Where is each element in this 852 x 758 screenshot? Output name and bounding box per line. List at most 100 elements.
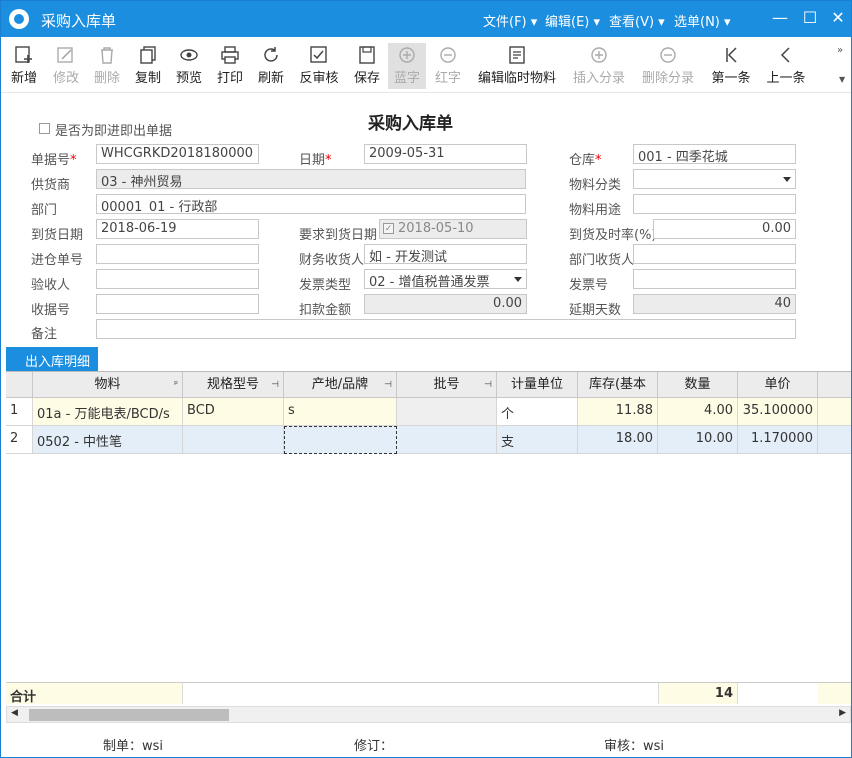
delete-entry-button[interactable]: 删除分录 [638, 45, 698, 87]
fin-receiver-field[interactable]: 如 - 开发测试 [364, 244, 527, 264]
row-number[interactable]: 1 [6, 398, 33, 426]
prev-record-button[interactable]: 上一条 [763, 45, 809, 87]
save-button[interactable]: 保存 [350, 45, 384, 87]
pin-icon[interactable]: ⊣ [484, 372, 492, 398]
col-qty-header[interactable]: 数量 [658, 372, 738, 398]
scroll-right-icon[interactable]: ▶ [839, 708, 846, 718]
save-icon [359, 46, 375, 64]
col-stock-header[interactable]: 库存(基本 [578, 372, 658, 398]
delete-button[interactable]: 删除 [90, 45, 124, 87]
invoice-no-label: 发票号 [569, 278, 609, 293]
chevron-down-icon [783, 177, 791, 182]
req-date-checkbox[interactable]: ✓ [383, 223, 394, 234]
material-cat-select[interactable] [633, 169, 796, 189]
cell-unit[interactable]: 个 [497, 398, 578, 426]
col-material-header[interactable]: 物料 ᵖ [33, 372, 183, 398]
chevron-down-icon [514, 277, 522, 282]
copy-button[interactable]: 复制 [131, 45, 165, 87]
date-label: 日期* [299, 153, 332, 168]
cell-origin[interactable]: s [284, 398, 397, 426]
cell-unit[interactable]: 支 [497, 426, 578, 454]
tab-inout-detail[interactable]: 出入库明细 [6, 347, 98, 371]
pin-icon[interactable]: ⊣ [384, 372, 392, 398]
app-logo-icon [9, 9, 29, 29]
col-price-header[interactable]: 单价 [738, 372, 818, 398]
insert-entry-button[interactable]: 插入分录 [569, 45, 629, 87]
cell-origin-focused[interactable] [284, 426, 397, 454]
check-doc-icon [310, 46, 327, 63]
req-date-label: 要求到货日期 [299, 228, 378, 243]
modify-button[interactable]: 修改 [49, 45, 83, 87]
cell-spec[interactable]: BCD [183, 398, 284, 426]
dept-field[interactable]: 00001_01 - 行政部 [96, 194, 526, 214]
print-button[interactable]: 打印 [213, 45, 247, 87]
cell-stock[interactable]: 18.00 [578, 426, 658, 454]
doc-no-field[interactable]: WHCGRKD2018180000 [96, 144, 259, 164]
cell-material[interactable]: 01a - 万能电表/BCD/s [33, 398, 183, 426]
unaudit-button[interactable]: 反审核 [296, 45, 342, 87]
scroll-left-icon[interactable]: ◀ [11, 708, 18, 718]
new-button[interactable]: 新增 [7, 45, 41, 87]
first-record-button[interactable]: 第一条 [708, 45, 754, 87]
cell-batch[interactable] [397, 398, 497, 426]
scrollbar-thumb[interactable] [29, 709, 229, 721]
invoice-type-select[interactable]: 02 - 增值税普通发票 [364, 269, 527, 289]
entry-no-field[interactable] [96, 244, 259, 264]
dept-receiver-field[interactable] [633, 244, 796, 264]
supplier-field[interactable]: 03 - 神州贸易 [96, 169, 526, 189]
minus-circle-icon [660, 47, 676, 63]
material-use-field[interactable] [633, 194, 796, 214]
cell-qty[interactable]: 10.00 [658, 426, 738, 454]
menu-edit[interactable]: 编辑(E) ▾ [545, 11, 600, 30]
toolbar-more-icon[interactable]: » [837, 45, 843, 56]
cell-batch[interactable] [397, 426, 497, 454]
title-bar: 采购入库单 文件(F) ▾ 编辑(E) ▾ 查看(V) ▾ 选单(N) ▾ — … [1, 1, 851, 37]
total-qty: 14 [658, 683, 738, 704]
cell-price[interactable]: 1.170000 [738, 426, 818, 454]
receipt-no-label: 收据号 [31, 303, 71, 318]
blue-button[interactable]: 蓝字 [388, 43, 426, 89]
trash-icon [101, 47, 113, 64]
refresh-button[interactable]: 刷新 [254, 45, 288, 87]
ontime-rate-field[interactable]: 0.00 [653, 219, 796, 239]
date-field[interactable]: 2009-05-31 [364, 144, 527, 164]
cell-spec[interactable] [183, 426, 284, 454]
minimize-icon[interactable]: — [769, 7, 791, 29]
cell-more[interactable] [818, 398, 851, 426]
col-spec-header[interactable]: 规格型号 ⊣ [183, 372, 284, 398]
instant-inout-checkbox[interactable] [39, 123, 50, 134]
cell-price[interactable]: 35.100000 [738, 398, 818, 426]
horizontal-scrollbar[interactable]: ◀ ▶ [6, 706, 851, 723]
pin-icon[interactable]: ᵖ [174, 372, 178, 398]
pin-icon[interactable]: ⊣ [271, 372, 279, 398]
cell-material[interactable]: 0502 - 中性笔 [33, 426, 183, 454]
col-batch-header[interactable]: 批号 ⊣ [397, 372, 497, 398]
toolbar-dropdown-icon[interactable]: ▼ [839, 75, 845, 84]
delay-days-field[interactable]: 40 [633, 294, 796, 314]
warehouse-field[interactable]: 001 - 四季花城 [633, 144, 796, 164]
doc-no-label: 单据号* [31, 153, 77, 168]
invoice-type-label: 发票类型 [299, 278, 352, 293]
req-date-field[interactable]: ✓ 2018-05-10 [379, 219, 527, 239]
col-unit-header[interactable]: 计量单位 [497, 372, 578, 398]
col-origin-header[interactable]: 产地/品牌 ⊣ [284, 372, 397, 398]
arrival-date-field[interactable]: 2018-06-19 [96, 219, 259, 239]
close-icon[interactable]: ✕ [827, 7, 849, 29]
preview-button[interactable]: 预览 [172, 45, 206, 87]
menu-file[interactable]: 文件(F) ▾ [483, 11, 537, 30]
inspector-field[interactable] [96, 269, 259, 289]
red-button[interactable]: 红字 [431, 45, 465, 87]
invoice-no-field[interactable] [633, 269, 796, 289]
remark-field[interactable] [96, 319, 796, 339]
cell-stock[interactable]: 11.88 [578, 398, 658, 426]
menu-view[interactable]: 查看(V) ▾ [609, 11, 665, 30]
deduction-field[interactable]: 0.00 [364, 294, 527, 314]
maker-status: 制单：wsi [103, 739, 164, 754]
cell-more[interactable] [818, 426, 851, 454]
row-number[interactable]: 2 [6, 426, 33, 454]
cell-qty[interactable]: 4.00 [658, 398, 738, 426]
edit-temp-material-button[interactable]: 编辑临时物料 [476, 45, 558, 87]
receipt-no-field[interactable] [96, 294, 259, 314]
menu-select[interactable]: 选单(N) ▾ [674, 11, 731, 30]
maximize-icon[interactable]: ☐ [799, 7, 821, 29]
